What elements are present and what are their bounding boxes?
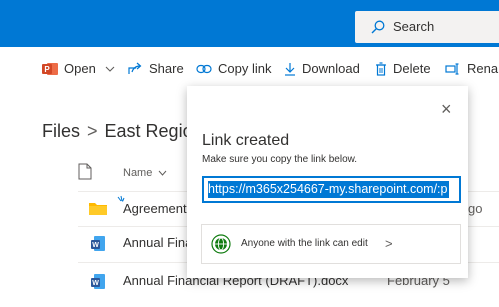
copy-link-button[interactable]: Copy link bbox=[196, 60, 271, 76]
dialog-title: Link created bbox=[202, 132, 290, 149]
suite-header: Search bbox=[0, 0, 499, 47]
download-label: Download bbox=[302, 61, 360, 77]
copy-link-label: Copy link bbox=[218, 61, 272, 77]
chevron-right-icon: > bbox=[385, 236, 393, 251]
share-label: Share bbox=[149, 61, 184, 77]
name-header-label: Name bbox=[123, 167, 153, 179]
permission-label: Anyone with the link can edit bbox=[241, 238, 368, 249]
word-document-icon: W bbox=[91, 274, 105, 289]
name-column-header[interactable]: Name bbox=[123, 167, 167, 179]
search-placeholder: Search bbox=[393, 19, 435, 34]
close-button[interactable]: × bbox=[441, 100, 452, 118]
svg-text:W: W bbox=[92, 242, 99, 249]
file-name[interactable]: Annual Fina bbox=[123, 235, 192, 250]
breadcrumb-separator: > bbox=[87, 121, 98, 141]
breadcrumb-root[interactable]: Files bbox=[42, 121, 80, 141]
share-button[interactable]: Share bbox=[128, 60, 184, 76]
chevron-down-icon bbox=[106, 66, 115, 72]
file-name[interactable]: Agreements bbox=[123, 201, 193, 216]
link-input[interactable]: https://m365x254667-my.sharepoint.com/:p bbox=[202, 176, 461, 203]
powerpoint-icon: P bbox=[42, 62, 58, 75]
rename-label: Renam bbox=[467, 61, 499, 77]
link-created-dialog: × Link created Make sure you copy the li… bbox=[187, 86, 468, 278]
file-modified: go bbox=[468, 201, 483, 216]
folder-icon bbox=[89, 203, 107, 215]
download-icon bbox=[285, 62, 295, 76]
chevron-down-icon bbox=[159, 170, 167, 176]
link-settings-button[interactable]: Anyone with the link can edit > bbox=[201, 224, 461, 264]
file-type-header-icon[interactable] bbox=[78, 163, 92, 185]
link-icon bbox=[196, 64, 212, 73]
svg-text:P: P bbox=[44, 65, 50, 74]
open-label: Open bbox=[64, 61, 96, 77]
rename-icon bbox=[445, 62, 459, 75]
delete-button[interactable]: Delete bbox=[375, 60, 431, 76]
search-icon bbox=[371, 20, 385, 34]
dialog-subtitle: Make sure you copy the link below. bbox=[202, 154, 358, 165]
word-document-icon: W bbox=[91, 236, 105, 251]
rename-button[interactable]: Renam bbox=[445, 60, 499, 76]
breadcrumb: Files > East Region bbox=[42, 121, 203, 142]
command-bar: P Open Share Copy link Download Delete R… bbox=[0, 47, 499, 89]
download-button[interactable]: Download bbox=[284, 60, 360, 76]
search-box[interactable]: Search bbox=[355, 11, 499, 43]
svg-text:W: W bbox=[92, 280, 99, 287]
share-icon bbox=[128, 62, 142, 75]
delete-label: Delete bbox=[393, 61, 431, 77]
link-value: https://m365x254667-my.sharepoint.com/:p bbox=[208, 181, 450, 198]
globe-icon bbox=[211, 234, 231, 254]
trash-icon bbox=[376, 61, 386, 76]
open-button[interactable]: P Open bbox=[42, 60, 115, 76]
